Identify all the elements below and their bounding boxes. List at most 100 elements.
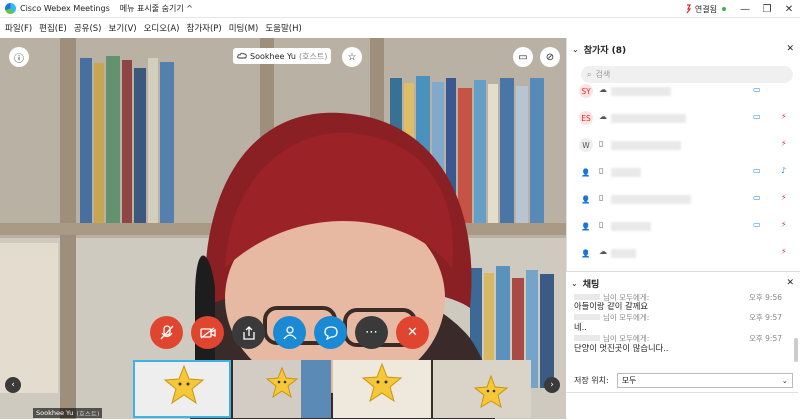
chat-header[interactable]: ⌄ 채팅 ✕ — [566, 272, 800, 294]
participant-row[interactable]: 👤 ☁ ⚡ — [567, 240, 799, 267]
speaker-role: (호스트) — [299, 51, 328, 61]
minimize-button[interactable]: — — [734, 4, 756, 15]
menu-view[interactable]: 보기(V) — [109, 22, 137, 34]
participants-title: 참가자 (8) — [583, 45, 627, 56]
menu-help[interactable]: 도움말(H) — [265, 22, 301, 34]
chat-button[interactable] — [314, 316, 347, 349]
thumbnail-name: Sookhee Yu — [36, 409, 74, 417]
share-icon — [242, 325, 255, 340]
pin-button[interactable]: ☆ — [342, 47, 362, 67]
participant-row[interactable]: 👤 ▯ ▭ ⚡ — [567, 213, 799, 240]
chat-input[interactable] — [566, 392, 798, 420]
phone-icon: ▯ — [599, 220, 604, 229]
share-button[interactable] — [232, 316, 265, 349]
menu-edit[interactable]: 편집(E) — [39, 22, 67, 34]
menu-share[interactable]: 공유(S) — [74, 22, 102, 34]
participant-name-redacted — [611, 249, 636, 258]
hide-menu-toggle[interactable]: 메뉴 표시줄 숨기기 ^ — [120, 3, 193, 14]
participant-row[interactable]: ES ☁ ▭ ⚡ — [567, 105, 799, 132]
mic-muted-icon[interactable]: ⚡ — [781, 193, 787, 202]
menu-bar: 파일(F) 편집(E) 공유(S) 보기(V) 오디오(A) 참가자(P) 미팅… — [0, 19, 800, 37]
participants-button[interactable] — [273, 316, 306, 349]
participant-thumbnail[interactable] — [333, 360, 431, 418]
restore-button[interactable]: ❐ — [756, 4, 778, 15]
participant-name-redacted — [611, 195, 691, 204]
connection-status[interactable]: 연결됨 — [685, 4, 726, 15]
chevron-left-icon: ‹ — [11, 380, 15, 390]
send-to-row: 저장 위치: 모두 ⌄ — [566, 372, 798, 389]
participant-thumbnail[interactable] — [433, 360, 531, 418]
mic-muted-icon[interactable]: ⚡ — [781, 247, 787, 256]
close-participants-icon[interactable]: ✕ — [786, 44, 794, 54]
chevron-down-icon: ⌄ — [572, 44, 579, 54]
layout-button[interactable]: ▭ — [513, 47, 533, 67]
pin-icon: ☆ — [347, 51, 357, 63]
participant-thumbnail[interactable] — [233, 360, 331, 418]
close-x-icon: ✕ — [407, 325, 418, 340]
chat-time: 오후 9:57 — [748, 313, 782, 322]
filmstrip-next-button[interactable]: › — [544, 377, 560, 393]
hide-video-icon: ⊘ — [545, 51, 555, 63]
layout-icon: ▭ — [518, 51, 528, 63]
close-button[interactable]: ✕ — [778, 4, 800, 15]
connected-dot — [722, 7, 726, 11]
chat-scrollbar[interactable] — [794, 338, 798, 362]
menu-audio[interactable]: 오디오(A) — [144, 22, 180, 34]
person-avatar-icon: 👤 — [581, 221, 591, 231]
participant-row[interactable]: SY ☁ ▭ — [567, 78, 799, 105]
menu-meeting[interactable]: 미팅(M) — [229, 22, 259, 34]
star-avatar-icon — [163, 364, 205, 405]
participant-name-redacted — [611, 168, 641, 177]
menu-file[interactable]: 파일(F) — [5, 22, 32, 34]
close-chat-icon[interactable]: ✕ — [786, 278, 794, 288]
sender-redacted — [574, 335, 600, 341]
end-meeting-button[interactable]: ✕ — [396, 316, 429, 349]
person-avatar-icon: 👤 — [581, 248, 591, 258]
more-options-button[interactable]: ⋯ — [355, 316, 388, 349]
star-avatar-icon — [361, 362, 403, 403]
chat-panel: ⌄ 채팅 ✕ 님이 모두에게: 오후 9:56 아들이랑 같이 갈께요 님이 모두… — [566, 271, 800, 419]
participant-row[interactable]: 👤 ▯ ▭ ⚡ — [567, 186, 799, 213]
participant-name-redacted — [611, 114, 686, 123]
mic-muted-icon[interactable]: ⚡ — [781, 112, 787, 121]
participant-row[interactable]: 👤 ▯ ▭ ♪ — [567, 159, 799, 186]
chevron-down-icon: ⌄ — [781, 376, 788, 385]
mic-muted-icon[interactable]: ⚡ — [781, 139, 787, 148]
filmstrip-prev-button[interactable]: ‹ — [5, 377, 21, 393]
participant-row[interactable]: W ▯ ⚡ — [567, 132, 799, 159]
avatar: SY — [579, 84, 593, 98]
video-stop-button[interactable] — [191, 316, 224, 349]
cloud-audio-icon: ☁ — [599, 247, 607, 256]
avatar: ES — [579, 111, 593, 125]
chat-time: 오후 9:56 — [748, 293, 782, 302]
chat-message-text: 네.. — [574, 322, 587, 332]
person-avatar-icon: 👤 — [581, 194, 591, 204]
hide-video-button[interactable]: ⊘ — [540, 47, 560, 67]
active-speaker-label: Sookhee Yu (호스트) — [233, 48, 332, 64]
mute-button[interactable] — [150, 316, 183, 349]
send-to-select[interactable]: 모두 ⌄ — [616, 373, 793, 388]
chat-message-meta: 님이 모두에게: 오후 9:57 — [574, 312, 794, 323]
app-title: Cisco Webex Meetings — [20, 4, 110, 13]
cloud-audio-icon — [237, 52, 247, 59]
menu-participant[interactable]: 참가자(P) — [187, 22, 222, 34]
video-camera-icon: ▭ — [753, 112, 761, 121]
person-avatar-icon: 👤 — [581, 167, 591, 177]
chat-title: 채팅 — [582, 279, 600, 290]
background-books — [301, 360, 331, 418]
send-to-label: 저장 위치: — [574, 376, 609, 385]
participant-thumbnail[interactable] — [133, 360, 231, 418]
info-icon: ⓘ — [14, 53, 24, 65]
mic-on-icon[interactable]: ♪ — [781, 166, 786, 175]
video-off-icon — [199, 326, 216, 339]
ellipsis-icon: ⋯ — [365, 325, 378, 340]
main-video[interactable]: ⓘ Sookhee Yu (호스트) ☆ ▭ ⊘ ⋯ ✕ ‹ › Sookhee… — [0, 38, 566, 419]
participants-header[interactable]: ⌄ 참가자 (8) ✕ — [567, 38, 800, 60]
info-button[interactable]: ⓘ — [9, 47, 29, 67]
filmstrip: ‹ › Sookhee Yu (호스트) — [0, 360, 566, 419]
sender-redacted — [574, 314, 600, 320]
video-camera-icon: ▭ — [753, 220, 761, 229]
mic-muted-icon[interactable]: ⚡ — [781, 220, 787, 229]
title-bar: Cisco Webex Meetings 메뉴 표시줄 숨기기 ^ 연결됨 — … — [0, 0, 800, 18]
star-avatar-icon — [265, 366, 299, 399]
